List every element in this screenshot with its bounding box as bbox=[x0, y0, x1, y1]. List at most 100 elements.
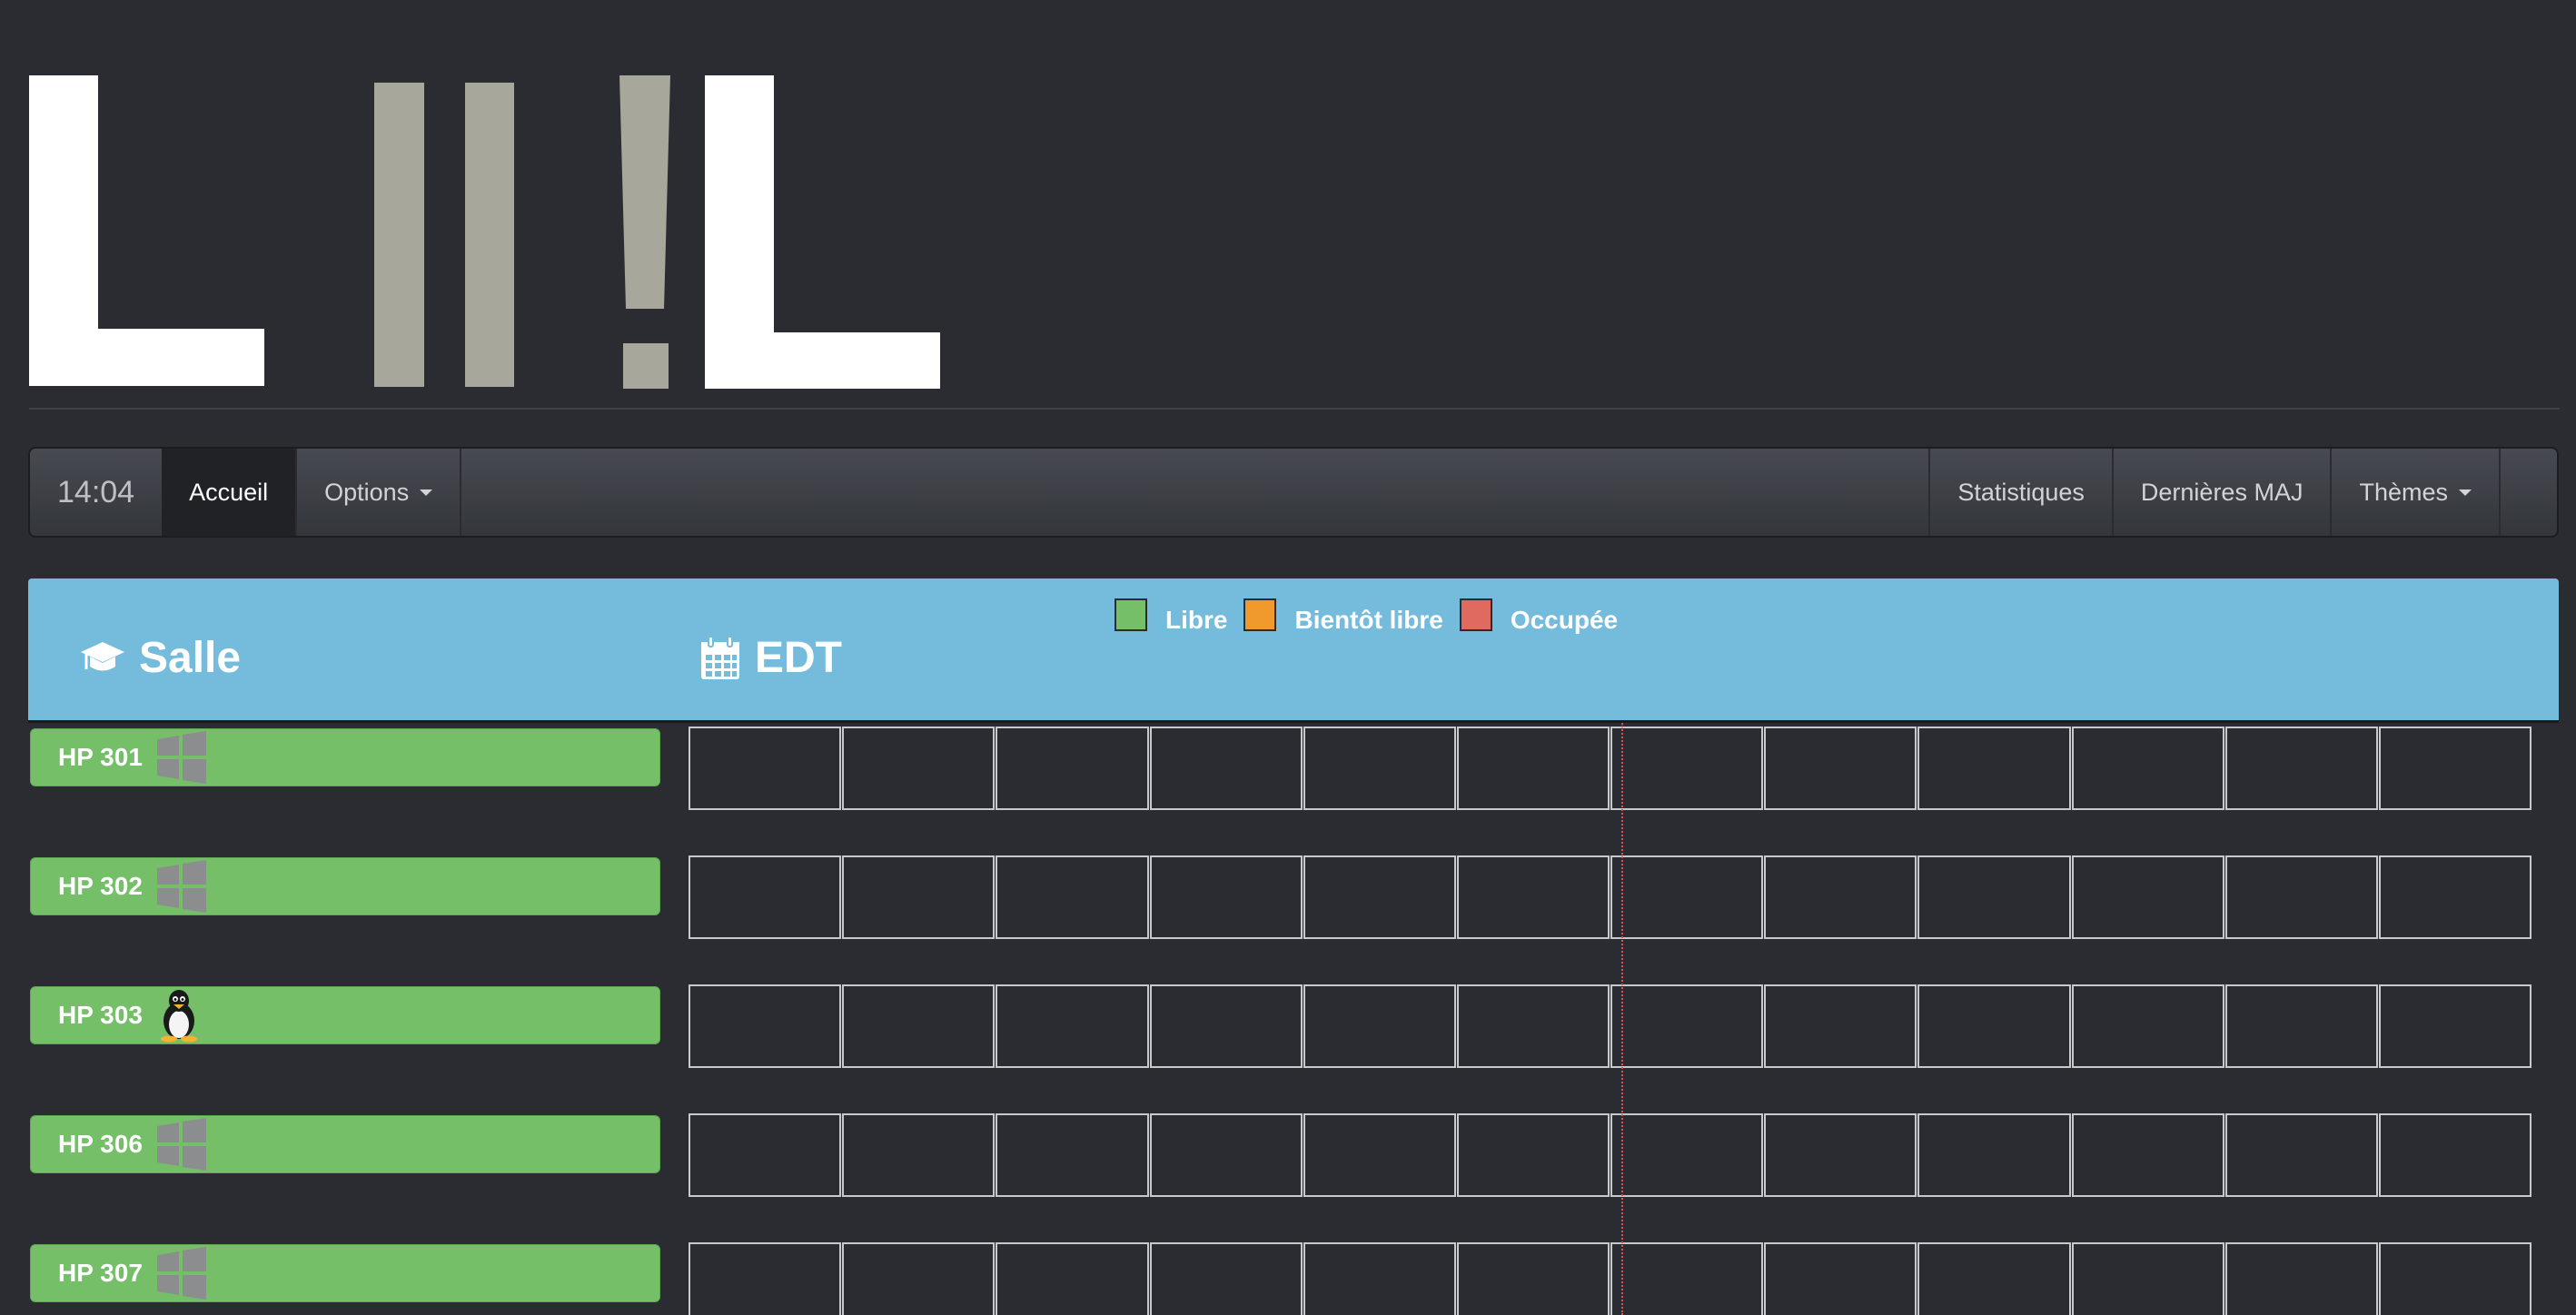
schedule-slot[interactable] bbox=[996, 1242, 1149, 1315]
legend-swatch-occupied bbox=[1459, 598, 1492, 631]
schedule-slot[interactable] bbox=[1303, 855, 1456, 939]
room-name: HP 303 bbox=[58, 1001, 143, 1029]
nav-updates-link[interactable]: Dernières MAJ bbox=[2114, 449, 2333, 536]
room-row: HP 306 bbox=[0, 1059, 2576, 1197]
schedule-slot[interactable] bbox=[1917, 1242, 2071, 1315]
schedule-slot[interactable] bbox=[1917, 855, 2071, 939]
main-navbar: 14:04 Accueil Options Statistiques Derni… bbox=[28, 447, 2559, 538]
schedule-slot[interactable] bbox=[1610, 1113, 1764, 1197]
schedule-slot[interactable] bbox=[1917, 1113, 2071, 1197]
schedule-slot[interactable] bbox=[1456, 855, 1610, 939]
schedule-slot[interactable] bbox=[2378, 1113, 2532, 1197]
schedule-slot[interactable] bbox=[2224, 727, 2378, 810]
room-label[interactable]: HP 306 bbox=[30, 1115, 660, 1173]
room-label[interactable]: HP 307 bbox=[30, 1244, 660, 1302]
schedule-slot[interactable] bbox=[1456, 984, 1610, 1068]
room-label[interactable]: HP 302 bbox=[30, 857, 660, 915]
schedule-slot[interactable] bbox=[1149, 855, 1303, 939]
schedule-slot[interactable] bbox=[2378, 984, 2532, 1068]
room-schedule-grid bbox=[689, 1113, 2532, 1197]
schedule-slot[interactable] bbox=[996, 727, 1149, 810]
schedule-slot[interactable] bbox=[842, 1242, 996, 1315]
logo-letter-l-right bbox=[705, 75, 940, 389]
schedule-slot[interactable] bbox=[2071, 1242, 2224, 1315]
legend-label-free: Libre bbox=[1165, 606, 1228, 634]
schedule-slot[interactable] bbox=[1764, 1242, 1917, 1315]
linux-icon bbox=[155, 988, 203, 1043]
schedule-slot[interactable] bbox=[1764, 984, 1917, 1068]
schedule-slot[interactable] bbox=[1610, 1242, 1764, 1315]
schedule-slot[interactable] bbox=[842, 984, 996, 1068]
schedule-slot[interactable] bbox=[2071, 984, 2224, 1068]
schedule-slot[interactable] bbox=[689, 1113, 842, 1197]
schedule-slot[interactable] bbox=[2071, 855, 2224, 939]
schedule-slot[interactable] bbox=[1303, 1242, 1456, 1315]
caret-down-icon bbox=[2459, 489, 2472, 496]
schedule-slot[interactable] bbox=[996, 855, 1149, 939]
schedule-slot[interactable] bbox=[2378, 1242, 2532, 1315]
nav-home-link[interactable]: Accueil bbox=[162, 449, 298, 536]
schedule-slot[interactable] bbox=[2071, 727, 2224, 810]
schedule-slot[interactable] bbox=[2224, 1242, 2378, 1315]
logo-bar-1 bbox=[374, 83, 424, 387]
schedule-slot[interactable] bbox=[842, 1113, 996, 1197]
room-row: HP 307 bbox=[0, 1188, 2576, 1315]
schedule-slot[interactable] bbox=[689, 984, 842, 1068]
schedule-slot[interactable] bbox=[1764, 855, 1917, 939]
schedule-slot[interactable] bbox=[1303, 1113, 1456, 1197]
legend-swatch-free bbox=[1115, 598, 1147, 631]
schedule-slot[interactable] bbox=[1456, 727, 1610, 810]
room-row: HP 301 bbox=[0, 672, 2576, 810]
schedule-slot[interactable] bbox=[1456, 1113, 1610, 1197]
nav-right-group: Statistiques Dernières MAJ Thèmes bbox=[1928, 449, 2501, 536]
schedule-slot[interactable] bbox=[689, 1242, 842, 1315]
room-name: HP 302 bbox=[58, 872, 143, 900]
schedule-slot[interactable] bbox=[996, 1113, 1149, 1197]
schedule-slot[interactable] bbox=[1610, 727, 1764, 810]
schedule-slot[interactable] bbox=[1149, 727, 1303, 810]
schedule-slot[interactable] bbox=[1610, 855, 1764, 939]
schedule-slot[interactable] bbox=[1456, 1242, 1610, 1315]
room-list: HP 301 HP 302 HP 303 HP 306 HP 307 bbox=[0, 723, 2576, 1315]
schedule-slot[interactable] bbox=[2224, 1113, 2378, 1197]
nav-options-dropdown[interactable]: Options bbox=[297, 449, 462, 536]
nav-home-label: Accueil bbox=[189, 478, 269, 506]
current-time-line bbox=[1621, 723, 1623, 1315]
room-label[interactable]: HP 303 bbox=[30, 986, 660, 1044]
schedule-slot[interactable] bbox=[2378, 855, 2532, 939]
logo-divider bbox=[29, 408, 2560, 410]
schedule-slot[interactable] bbox=[996, 984, 1149, 1068]
schedule-slot[interactable] bbox=[1917, 727, 2071, 810]
legend-swatch-soon-free bbox=[1243, 598, 1277, 631]
schedule-slot[interactable] bbox=[689, 855, 842, 939]
logo-letter-l-left bbox=[29, 75, 264, 386]
page: 14:04 Accueil Options Statistiques Derni… bbox=[0, 0, 2576, 1315]
schedule-slot[interactable] bbox=[1149, 1113, 1303, 1197]
schedule-slot[interactable] bbox=[1149, 984, 1303, 1068]
schedule-slot[interactable] bbox=[1303, 984, 1456, 1068]
room-schedule-grid bbox=[689, 727, 2532, 810]
schedule-slot[interactable] bbox=[2224, 984, 2378, 1068]
windows-icon bbox=[155, 1244, 208, 1302]
schedule-slot[interactable] bbox=[2224, 855, 2378, 939]
logo-bar-2 bbox=[465, 83, 514, 387]
schedule-slot[interactable] bbox=[842, 727, 996, 810]
schedule-slot[interactable] bbox=[1610, 984, 1764, 1068]
room-row: HP 302 bbox=[0, 801, 2576, 939]
schedule-slot[interactable] bbox=[689, 727, 842, 810]
schedule-slot[interactable] bbox=[1764, 727, 1917, 810]
schedule-slot[interactable] bbox=[1303, 727, 1456, 810]
schedule-slot[interactable] bbox=[2071, 1113, 2224, 1197]
room-name: HP 307 bbox=[58, 1259, 143, 1287]
nav-themes-dropdown[interactable]: Thèmes bbox=[2332, 449, 2501, 536]
windows-icon bbox=[155, 857, 208, 915]
caret-down-icon bbox=[420, 489, 433, 496]
room-label[interactable]: HP 301 bbox=[30, 728, 660, 786]
schedule-slot[interactable] bbox=[2378, 727, 2532, 810]
nav-stats-link[interactable]: Statistiques bbox=[1928, 449, 2114, 536]
schedule-slot[interactable] bbox=[1917, 984, 2071, 1068]
schedule-slot[interactable] bbox=[1764, 1113, 1917, 1197]
schedule-slot[interactable] bbox=[842, 855, 996, 939]
schedule-slot[interactable] bbox=[1149, 1242, 1303, 1315]
